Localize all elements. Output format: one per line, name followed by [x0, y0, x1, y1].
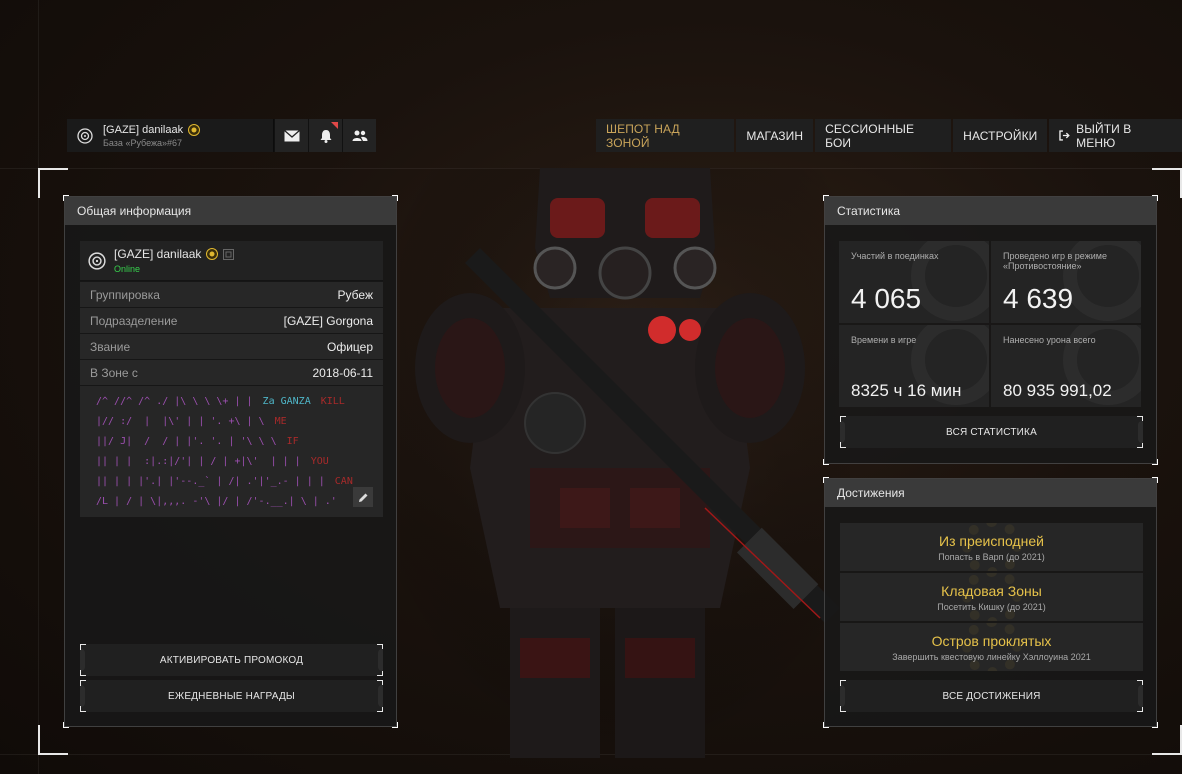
nav-exit-to-menu[interactable]: ВЫЙТИ В МЕНЮ — [1049, 119, 1182, 152]
character-model[interactable] — [400, 168, 850, 758]
stat-playtime: Времени в игре 8325 ч 16 мин — [839, 325, 989, 407]
all-achievements-button[interactable]: ВСЕ ДОСТИЖЕНИЯ — [840, 680, 1143, 712]
bio-line: /L | / | \|,,,. -'\ |/ | /'-.__.| \ | .' — [96, 496, 337, 507]
info-row-faction: Группировка Рубеж — [80, 281, 383, 307]
panel-title: Достижения — [825, 479, 1156, 507]
bio-line: ||/ J| / / | |'. '. | '\ \ \ IF — [96, 436, 299, 447]
notifications-button[interactable] — [308, 119, 342, 152]
achievement-item[interactable]: Кладовая Зоны Посетить Кишку (до 2021) — [840, 573, 1143, 621]
stat-confrontation-games: Проведено игр в режиме «Противостояние» … — [991, 241, 1141, 323]
nav-settings[interactable]: НАСТРОЙКИ — [953, 119, 1048, 152]
daily-rewards-button[interactable]: ЕЖЕДНЕВНЫЕ НАГРАДЫ — [80, 680, 383, 712]
player-bio: /^ //^ /^ ./ |\ \ \ \+ | | Za GANZA KILL |… — [80, 385, 383, 517]
bio-line: || | | :|.:|/'| | / | +|\' | | | YOU — [96, 456, 329, 467]
notification-indicator — [331, 122, 338, 129]
mail-button[interactable] — [274, 119, 308, 152]
exit-icon — [1059, 130, 1071, 141]
profile-name: [GAZE] danilaak — [103, 123, 184, 136]
info-row-division: Подразделение [GAZE] Gorgona — [80, 307, 383, 333]
bio-line: || | | |'.| |'--._` | /| .'|'_.- | | | CA… — [96, 476, 353, 487]
panel-title: Статистика — [825, 197, 1156, 225]
statistics-panel: Статистика Участий в поединках 4 065 Про… — [823, 195, 1158, 465]
copy-icon[interactable] — [223, 248, 235, 260]
frame-corner — [38, 725, 68, 755]
rank-badge-icon — [188, 123, 201, 136]
activate-promocode-button[interactable]: АКТИВИРОВАТЬ ПРОМОКОД — [80, 644, 383, 676]
profile-bar: [GAZE] danilaak База «Рубежа»#67 — [67, 119, 376, 152]
friends-button[interactable] — [342, 119, 376, 152]
main-nav: ШЕПОТ НАД ЗОНОЙ МАГАЗИН СЕССИОННЫЕ БОИ Н… — [596, 119, 1182, 152]
clan-emblem-icon — [67, 127, 103, 144]
frame-corner — [1152, 168, 1182, 198]
player-card-header: [GAZE] danilaak Online — [80, 241, 383, 281]
info-row-rank: Звание Офицер — [80, 333, 383, 359]
frame-corner — [1152, 725, 1182, 755]
achievements-panel: Достижения Из преисподней Попасть в Варп… — [823, 477, 1158, 728]
achievement-item[interactable]: Остров проклятых Завершить квестовую лин… — [840, 623, 1143, 671]
frame-corner — [38, 168, 68, 198]
nav-shop[interactable]: МАГАЗИН — [736, 119, 814, 152]
bio-line: |// :/ | |\' | | '. +\ | \ ME — [96, 416, 287, 427]
panel-title: Общая информация — [65, 197, 396, 225]
bell-icon — [320, 129, 331, 143]
rank-badge-icon — [206, 248, 219, 260]
grid-line — [38, 0, 39, 774]
online-status: Online — [114, 264, 141, 274]
mail-icon — [283, 129, 300, 141]
player-name: [GAZE] danilaak — [114, 247, 202, 261]
player-card: [GAZE] danilaak Online Группировка Рубеж … — [80, 241, 383, 517]
info-row-joined: В Зоне с 2018-06-11 — [80, 359, 383, 385]
nav-whisper-over-zone[interactable]: ШЕПОТ НАД ЗОНОЙ — [596, 119, 735, 152]
friends-icon — [352, 130, 367, 141]
profile-summary[interactable]: [GAZE] danilaak База «Рубежа»#67 — [67, 119, 274, 152]
nav-session-battles[interactable]: СЕССИОННЫЕ БОИ — [815, 119, 952, 152]
general-info-panel: Общая информация [GAZE] danilaak Online … — [63, 195, 398, 728]
all-statistics-button[interactable]: ВСЯ СТАТИСТИКА — [840, 416, 1143, 448]
achievement-item[interactable]: Из преисподней Попасть в Варп (до 2021) — [840, 523, 1143, 571]
edit-bio-button[interactable] — [353, 487, 373, 507]
profile-base: База «Рубежа»#67 — [103, 137, 183, 148]
stat-damage: Нанесено урона всего 80 935 991,02 — [991, 325, 1141, 407]
pencil-icon — [358, 493, 367, 502]
bio-line: /^ //^ /^ ./ |\ \ \ \+ | | Za GANZA KILL — [96, 396, 345, 407]
clan-emblem-icon — [80, 251, 114, 270]
stat-duels: Участий в поединках 4 065 — [839, 241, 989, 323]
